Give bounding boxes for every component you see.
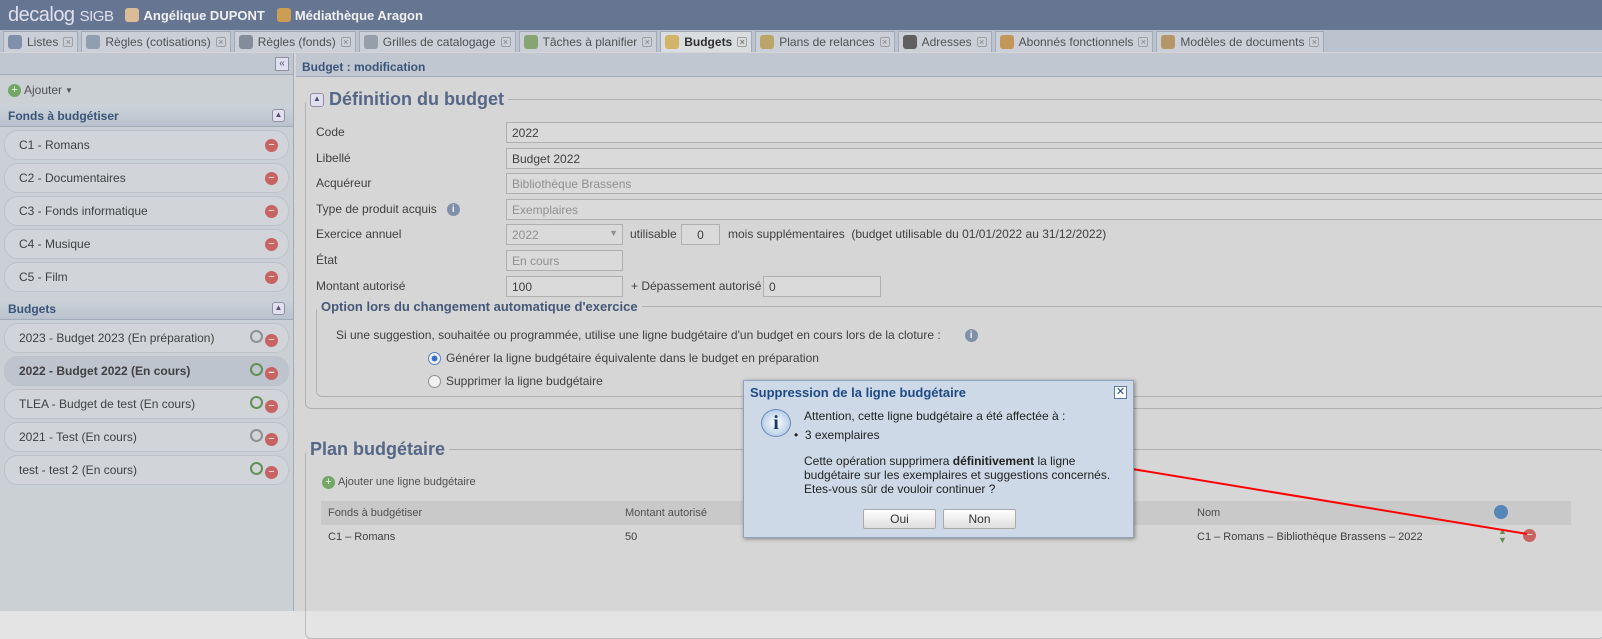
dialog-bullet: • 3 exemplaires: [794, 428, 880, 442]
msg-question: Etes-vous sûr de vouloir continuer ?: [804, 482, 996, 496]
info-icon: i: [761, 409, 791, 437]
msg-bold: définitivement: [952, 454, 1035, 468]
dialog-message: Cette opération supprimera définitivemen…: [804, 454, 1114, 496]
dialog-line1: Attention, cette ligne budgétaire a été …: [804, 409, 1066, 423]
dialog-title: Suppression de la ligne budgétaire: [750, 385, 966, 400]
bullet-text: 3 exemplaires: [804, 428, 880, 442]
delete-confirm-dialog: Suppression de la ligne budgétaire ✕ i A…: [743, 380, 1134, 538]
arrow-line: [1119, 466, 1528, 535]
yes-button[interactable]: Oui: [863, 509, 936, 529]
msg-before: Cette opération supprimera: [804, 454, 953, 468]
no-button[interactable]: Non: [943, 509, 1016, 529]
close-icon[interactable]: ✕: [1114, 386, 1127, 399]
